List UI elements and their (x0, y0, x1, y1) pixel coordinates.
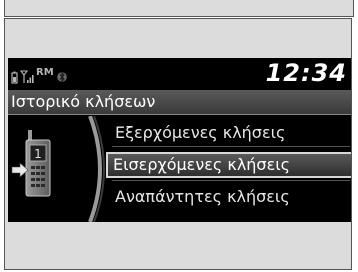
scroll-arc (88, 116, 105, 222)
signal-icon (20, 70, 34, 83)
bluetooth-icon (56, 71, 67, 83)
top-strip (4, 0, 354, 17)
page-title: Ιστορικό κλήσεων (11, 92, 156, 111)
menu-item-incoming-calls[interactable]: Εισερχόμενες κλήσεις (106, 152, 351, 178)
menu-divider (112, 180, 350, 181)
clock: 12:34 (265, 59, 347, 87)
menu-item-outgoing-calls[interactable]: Εξερχόμενες κλήσεις (110, 120, 350, 146)
battery-icon (11, 71, 18, 84)
title-bar: Ιστορικό κλήσεων (8, 90, 351, 115)
status-icons: RM (11, 64, 67, 84)
menu-divider (112, 146, 350, 147)
display-screen: RM 12:34 Ιστορικό κλήσεων 1 Εξερχόμενες … (8, 58, 351, 222)
roaming-indicator: RM (36, 67, 54, 78)
menu-item-missed-calls[interactable]: Αναπάντητες κλήσεις (110, 184, 350, 210)
status-bar: RM 12:34 (8, 58, 351, 90)
phone-screen-digit: 1 (34, 147, 42, 161)
